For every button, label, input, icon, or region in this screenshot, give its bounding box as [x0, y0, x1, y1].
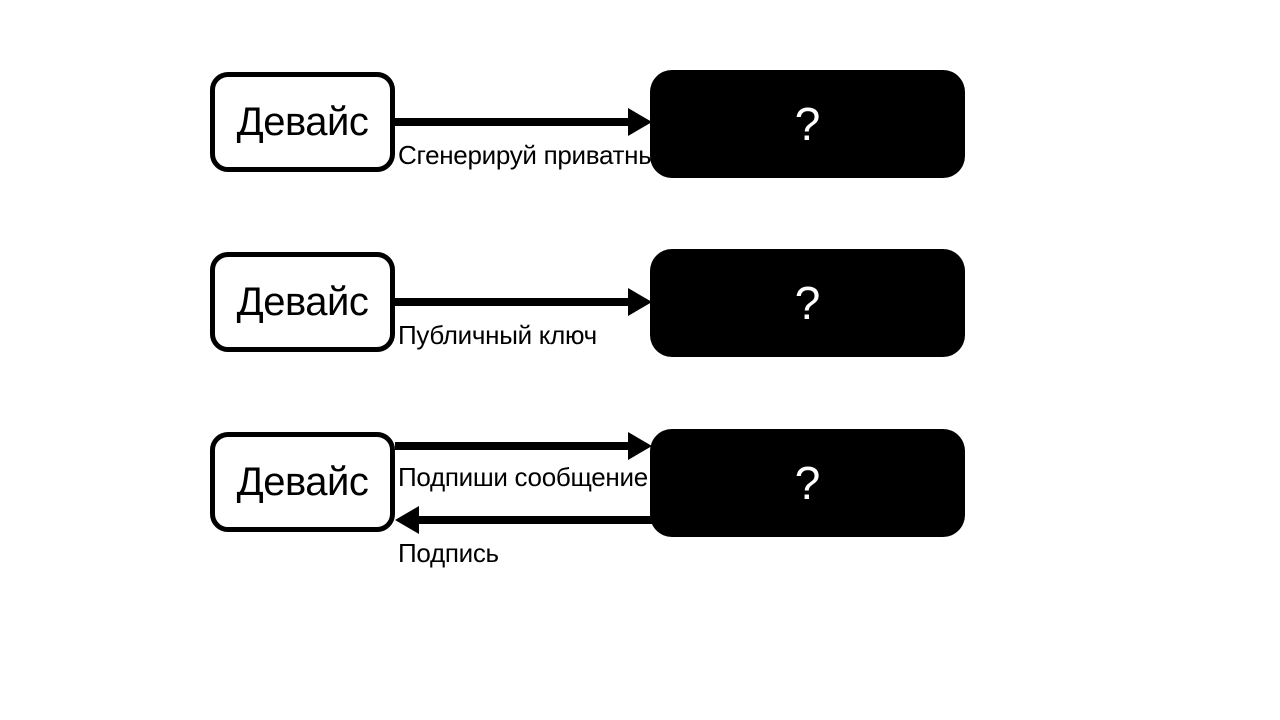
mystery-box-2: ? — [650, 249, 965, 357]
arrow-3b-shaft — [417, 516, 652, 524]
device-label: Девайс — [237, 280, 369, 325]
mystery-label: ? — [795, 97, 821, 151]
diagram-stage: Девайс ? Сгенерируй приватный ключ Девай… — [0, 0, 1280, 720]
mystery-box-3: ? — [650, 429, 965, 537]
arrow-2-caption: Публичный ключ — [398, 320, 597, 351]
arrow-2-head-icon — [628, 288, 652, 316]
device-label: Девайс — [237, 460, 369, 505]
arrow-1-caption: Сгенерируй приватный ключ — [398, 140, 736, 171]
arrow-3a-head-icon — [628, 432, 652, 460]
arrow-3b-head-icon — [395, 506, 419, 534]
arrow-1-shaft — [395, 118, 630, 126]
mystery-label: ? — [795, 276, 821, 330]
arrow-3a-shaft — [395, 442, 630, 450]
arrow-1-head-icon — [628, 108, 652, 136]
device-box-1: Девайс — [210, 72, 395, 172]
device-label: Девайс — [237, 100, 369, 145]
arrow-3a-caption: Подпиши сообщение — [398, 462, 648, 493]
device-box-2: Девайс — [210, 252, 395, 352]
arrow-2-shaft — [395, 298, 630, 306]
device-box-3: Девайс — [210, 432, 395, 532]
arrow-3b-caption: Подпись — [398, 538, 499, 569]
mystery-label: ? — [795, 456, 821, 510]
